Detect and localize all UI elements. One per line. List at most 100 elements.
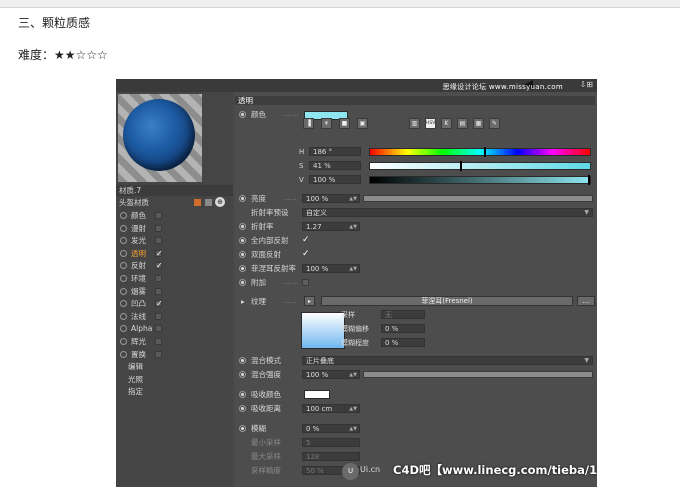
material-name[interactable]: 材质.7 — [116, 185, 233, 196]
channel-radio[interactable] — [120, 325, 127, 333]
channel-radio[interactable] — [120, 262, 127, 270]
brightness-input[interactable]: 100 % ▲▼ — [302, 194, 360, 203]
min-samples-input[interactable]: 5 — [302, 438, 360, 447]
absorb-color-swatch[interactable] — [304, 390, 330, 399]
channel-checkbox[interactable] — [155, 237, 162, 245]
channel-item[interactable]: 凹凸 ✓ — [120, 298, 230, 310]
blur-anim-radio[interactable] — [239, 425, 246, 432]
spinner-icon[interactable]: ▲▼ — [349, 405, 357, 413]
spinner-icon[interactable]: ▲▼ — [349, 425, 357, 433]
channel-checkbox[interactable] — [155, 224, 162, 232]
window-controls-icon[interactable]: ⇩⊞ — [580, 80, 593, 89]
blur-input[interactable]: 0 % ▲▼ — [302, 424, 360, 433]
brightness-anim-radio[interactable] — [239, 195, 246, 202]
absorb-distance-input[interactable]: 100 cm ▲▼ — [302, 404, 360, 413]
value-slider[interactable] — [369, 176, 591, 184]
channel-checkbox[interactable] — [155, 312, 162, 320]
channel-radio[interactable] — [120, 312, 127, 320]
mix-mode-anim-radio[interactable] — [239, 357, 246, 364]
spinner-icon[interactable]: ▲▼ — [349, 195, 357, 203]
sub-item[interactable]: 编辑 — [128, 361, 143, 373]
material-menu-button[interactable] — [205, 199, 212, 206]
picker-icon[interactable]: ⊕ — [215, 197, 225, 207]
channel-item[interactable]: 烟雾 — [120, 286, 230, 298]
channel-item[interactable]: 透明 ✓ — [120, 248, 230, 260]
channel-item[interactable]: Alpha — [120, 323, 230, 335]
material-color-swatch[interactable] — [194, 199, 201, 206]
saturation-input[interactable]: 41 % — [309, 161, 361, 170]
mix-strength-input[interactable]: 100 % ▲▼ — [302, 370, 360, 379]
sub-item[interactable]: 指定 — [128, 386, 143, 398]
texture-shader-button[interactable]: 菲涅耳(Fresnel) — [321, 296, 573, 306]
channel-radio[interactable] — [120, 287, 127, 295]
absorb-color-anim-radio[interactable] — [239, 391, 246, 398]
blur-offset-input[interactable]: 0 % — [381, 324, 425, 333]
channel-radio[interactable] — [120, 237, 127, 245]
square-icon[interactable]: ■ — [339, 118, 350, 129]
hue-marker[interactable] — [483, 147, 486, 157]
channel-checkbox[interactable]: ✓ — [155, 300, 163, 308]
channel-checkbox[interactable] — [155, 275, 162, 282]
channel-item[interactable]: 反射 ✓ — [120, 260, 230, 272]
image-icon[interactable]: ▐ — [303, 118, 314, 129]
ior-preset-dropdown[interactable]: 自定义 ▼ — [302, 208, 593, 217]
hsv-icon[interactable]: HSV — [425, 118, 436, 129]
ior-anim-radio[interactable] — [239, 223, 246, 230]
channel-radio[interactable] — [120, 224, 127, 232]
fresnel-anim-radio[interactable] — [239, 265, 246, 272]
channel-item[interactable]: 法线 — [120, 311, 230, 323]
channel-item[interactable]: 辉光 — [120, 336, 230, 348]
material-preview[interactable] — [118, 94, 202, 182]
channel-radio[interactable] — [120, 338, 127, 345]
channel-radio[interactable] — [120, 212, 127, 219]
channel-item[interactable]: 置换 — [120, 349, 230, 361]
channel-checkbox[interactable] — [155, 338, 162, 345]
spinner-icon[interactable]: ▲▼ — [349, 223, 357, 231]
channel-item[interactable]: 漫射 — [120, 223, 230, 235]
fresnel-input[interactable]: 100 % ▲▼ — [302, 264, 360, 273]
color-anim-radio[interactable] — [239, 111, 246, 118]
channel-checkbox[interactable]: ✓ — [155, 262, 163, 270]
total-internal-checkbox[interactable]: ✓ — [302, 235, 310, 246]
spinner-icon[interactable]: ▲▼ — [349, 265, 357, 273]
channel-item[interactable]: 发光 — [120, 235, 230, 247]
sampling-dropdown[interactable]: 无 — [381, 310, 425, 319]
double-sided-checkbox[interactable]: ✓ — [302, 249, 310, 260]
channel-checkbox[interactable] — [155, 325, 162, 333]
sub-item[interactable]: 光照 — [128, 374, 143, 386]
material-type-row[interactable]: 头盔材质 ⊕ — [116, 197, 233, 208]
blur-scale-input[interactable]: 0 % — [381, 338, 425, 347]
channel-radio[interactable] — [120, 350, 127, 358]
additive-anim-radio[interactable] — [239, 279, 246, 286]
texture-menu-button[interactable]: ▸ — [304, 296, 315, 306]
spinner-icon[interactable]: ▲▼ — [349, 371, 357, 379]
channel-item[interactable]: 颜色 — [120, 210, 230, 222]
mix-strength-slider[interactable] — [363, 371, 593, 378]
k-icon[interactable]: K — [441, 118, 452, 129]
double-sided-anim-radio[interactable] — [239, 251, 246, 258]
additive-checkbox[interactable] — [302, 279, 309, 286]
channel-radio[interactable] — [120, 300, 127, 308]
palette-icon[interactable]: ▤ — [457, 118, 468, 129]
mix-mode-dropdown[interactable]: 正片叠底 ▼ — [302, 356, 593, 365]
channel-checkbox[interactable] — [155, 212, 162, 219]
saturation-marker[interactable] — [460, 161, 463, 171]
brightness-slider[interactable] — [363, 195, 593, 202]
value-input[interactable]: 100 % — [309, 175, 361, 184]
expand-arrow-icon[interactable]: ▸ — [241, 296, 245, 307]
channel-checkbox[interactable] — [155, 287, 162, 295]
eyedropper-icon[interactable]: ✎ — [489, 118, 500, 129]
absorb-distance-anim-radio[interactable] — [239, 405, 246, 412]
ior-input[interactable]: 1.27 ▲▼ — [302, 222, 360, 231]
channel-item[interactable]: 环境 — [120, 273, 230, 285]
total-internal-anim-radio[interactable] — [239, 237, 246, 244]
mix-strength-anim-radio[interactable] — [239, 371, 246, 378]
texture-more-button[interactable]: ... — [577, 296, 595, 306]
grid-icon[interactable]: ▦ — [473, 118, 484, 129]
channel-radio[interactable] — [120, 249, 127, 257]
channel-checkbox[interactable] — [155, 350, 162, 358]
rgb-icon[interactable]: ▥ — [409, 118, 420, 129]
channel-checkbox[interactable]: ✓ — [155, 249, 163, 257]
texture-preview-thumbnail[interactable] — [301, 312, 345, 349]
hue-input[interactable]: 186 ° — [309, 147, 361, 156]
